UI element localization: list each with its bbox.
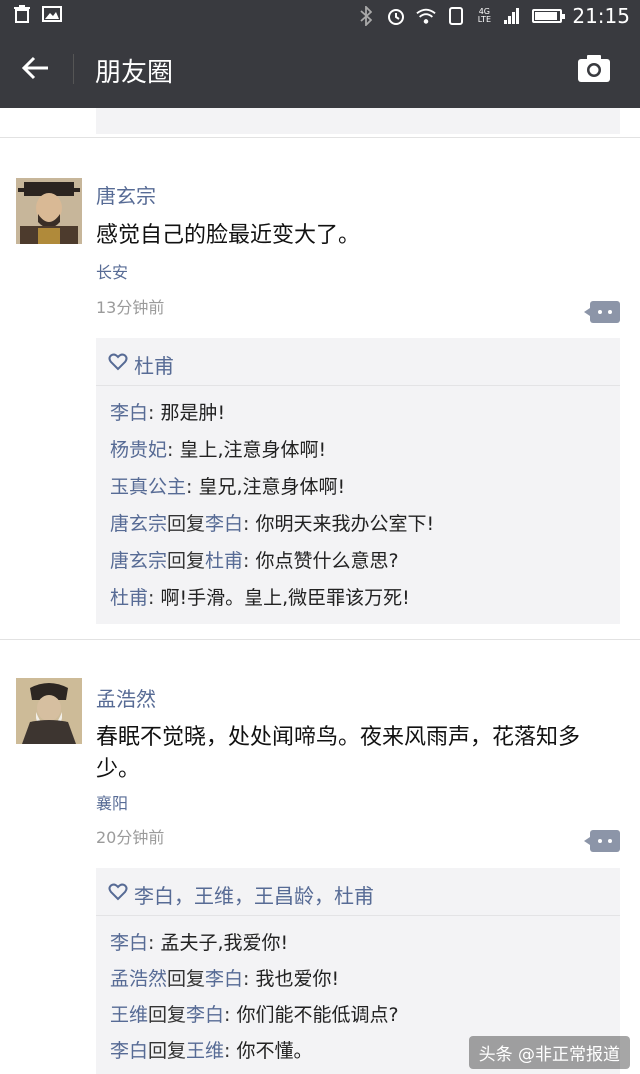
comment[interactable]: 李白回复王维: 你不懂。 [110, 1036, 313, 1063]
commenter-name[interactable]: 孟浩然 [110, 968, 167, 990]
camera-icon[interactable] [576, 50, 612, 86]
previous-post-tail [96, 108, 620, 134]
commenter-name[interactable]: 玉真公主 [110, 476, 186, 498]
page-title: 朋友圈 [95, 58, 174, 88]
comment-text: 啊!手滑。皇上,微臣罪该万死! [160, 587, 410, 609]
likes-names[interactable]: 杜甫 [134, 350, 174, 379]
network-type-label: 4G LTE [477, 7, 491, 24]
comment-text: 我也爱你! [255, 968, 340, 990]
wifi-icon [416, 6, 437, 26]
reply-target-name[interactable]: 李白 [205, 513, 243, 535]
comment[interactable]: 玉真公主: 皇兄,注意身体啊! [110, 472, 345, 499]
comment[interactable]: 唐玄宗回复杜甫: 你点赞什么意思? [110, 546, 399, 573]
commenter-name[interactable]: 唐玄宗 [110, 550, 167, 572]
comment[interactable]: 李白: 那是肿! [110, 398, 225, 425]
comment-text: 皇兄,注意身体啊! [198, 476, 346, 498]
likes-row: 李白，王维，王昌龄，杜甫 [96, 868, 620, 916]
reply-target-name[interactable]: 王维 [186, 1040, 224, 1062]
likes-row: 杜甫 [96, 338, 620, 386]
avatar[interactable] [16, 678, 82, 744]
comment-text: 你点赞什么意思? [255, 550, 399, 572]
interaction-box: 杜甫 李白: 那是肿! 杨贵妃: 皇上,注意身体啊! 玉真公主: 皇兄,注意身体… [96, 338, 620, 624]
watermark: 头条 @非正常报道 [468, 1036, 630, 1069]
post-location[interactable]: 襄阳 [96, 790, 128, 814]
divider [0, 137, 640, 138]
alarm-icon [386, 6, 406, 26]
avatar[interactable] [16, 178, 82, 244]
comment-text: 孟夫子,我爱你! [160, 932, 289, 954]
heart-icon [108, 882, 128, 902]
comment[interactable]: 杨贵妃: 皇上,注意身体啊! [110, 435, 326, 462]
reply-target-name[interactable]: 李白 [205, 968, 243, 990]
clock: 21:15 [572, 4, 630, 28]
post-time: 13分钟前 [96, 298, 165, 317]
battery-icon [532, 9, 566, 23]
commenter-name[interactable]: 杨贵妃 [110, 439, 167, 461]
post-author[interactable]: 孟浩然 [96, 683, 156, 712]
comment[interactable]: 孟浩然回复李白: 我也爱你! [110, 964, 339, 991]
comment[interactable]: 李白: 孟夫子,我爱你! [110, 928, 288, 955]
comment-text: 你不懂。 [236, 1040, 313, 1062]
post-text: 感觉自己的脸最近变大了。 [96, 223, 361, 248]
status-bar: 4G LTE 21:15 [0, 0, 640, 30]
comment-button[interactable] [584, 830, 620, 852]
back-arrow-icon[interactable] [18, 50, 54, 86]
comment-text: 那是肿! [160, 402, 226, 424]
comment-text: 你明天来我办公室下! [255, 513, 435, 535]
bluetooth-icon [356, 6, 376, 26]
comment[interactable]: 杜甫: 啊!手滑。皇上,微臣罪该万死! [110, 583, 410, 610]
comment-text: 皇上,注意身体啊! [179, 439, 327, 461]
sim-icon [446, 6, 466, 26]
commenter-name[interactable]: 杜甫 [110, 587, 148, 609]
comment-button[interactable] [584, 301, 620, 323]
commenter-name[interactable]: 李白 [110, 402, 148, 424]
post-location[interactable]: 长安 [96, 259, 128, 283]
commenter-name[interactable]: 李白 [110, 932, 148, 954]
commenter-name[interactable]: 王维 [110, 1004, 148, 1026]
comment[interactable]: 王维回复李白: 你们能不能低调点? [110, 1000, 399, 1027]
likes-names[interactable]: 李白，王维，王昌龄，杜甫 [134, 880, 374, 909]
commenter-name[interactable]: 唐玄宗 [110, 513, 167, 535]
reply-target-name[interactable]: 杜甫 [205, 550, 243, 572]
comment-text: 你们能不能低调点? [236, 1004, 399, 1026]
heart-icon [108, 352, 128, 372]
commenter-name[interactable]: 李白 [110, 1040, 148, 1062]
divider [0, 639, 640, 640]
reply-target-name[interactable]: 李白 [186, 1004, 224, 1026]
post-author[interactable]: 唐玄宗 [96, 180, 156, 209]
nav-bar: 朋友圈 [0, 30, 640, 108]
comment[interactable]: 唐玄宗回复李白: 你明天来我办公室下! [110, 509, 434, 536]
post-time: 20分钟前 [96, 828, 165, 847]
post-text: 春眠不觉晓，处处闻啼鸟。夜来风雨声，花落知多少。 [96, 725, 581, 782]
trash-icon [12, 4, 32, 24]
nav-divider [73, 54, 74, 84]
image-icon [42, 4, 62, 24]
signal-icon [502, 6, 522, 26]
